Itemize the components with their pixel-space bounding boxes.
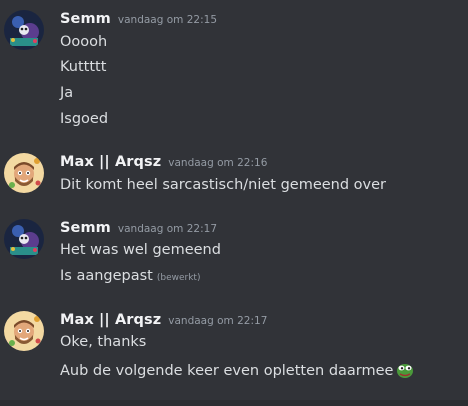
semm-avatar[interactable] (4, 10, 44, 50)
timestamp: vandaag om 22:17 (168, 315, 268, 327)
author-name[interactable]: Semm (60, 220, 111, 236)
message-text: Dit komt heel sarcastisch/niet gemeend o… (60, 177, 387, 193)
message-text: Is aangepast (60, 268, 153, 284)
max-avatar[interactable] (4, 153, 44, 193)
message-header: Max || Arqsz vandaag om 22:16 (60, 154, 267, 170)
message-text-with-emoji: Aub de volgende keer even opletten daarm… (60, 360, 415, 384)
author-name[interactable]: Semm (60, 11, 111, 27)
max-avatar[interactable] (4, 311, 44, 351)
edited-label: (bewerkt) (156, 273, 201, 283)
timestamp: vandaag om 22:17 (117, 223, 217, 235)
message-header: Semm vandaag om 22:15 (60, 11, 217, 27)
author-name[interactable]: Max || Arqsz (60, 312, 161, 328)
pepe-frog-emoji[interactable] (395, 360, 415, 384)
message-text: Isgoed (60, 111, 109, 127)
message-text: Kuttttt (60, 59, 107, 75)
semm-avatar[interactable] (4, 219, 44, 259)
timestamp: vandaag om 22:16 (168, 157, 268, 169)
message-text: Oke, thanks (60, 334, 147, 350)
message-header: Semm vandaag om 22:17 (60, 220, 217, 236)
timestamp: vandaag om 22:15 (117, 14, 217, 26)
message-text: Ja (60, 85, 74, 101)
message-text: Ooooh (60, 34, 108, 50)
message-text-edited: Is aangepast (bewerkt) (60, 268, 200, 284)
message-header: Max || Arqsz vandaag om 22:17 (60, 312, 267, 328)
chat-messages: Semm vandaag om 22:15 Ooooh Kuttttt Ja I… (0, 0, 468, 406)
author-name[interactable]: Max || Arqsz (60, 154, 161, 170)
bottom-divider (0, 400, 468, 406)
message-text: Aub de volgende keer even opletten daarm… (60, 363, 394, 379)
message-text: Het was wel gemeend (60, 242, 221, 258)
